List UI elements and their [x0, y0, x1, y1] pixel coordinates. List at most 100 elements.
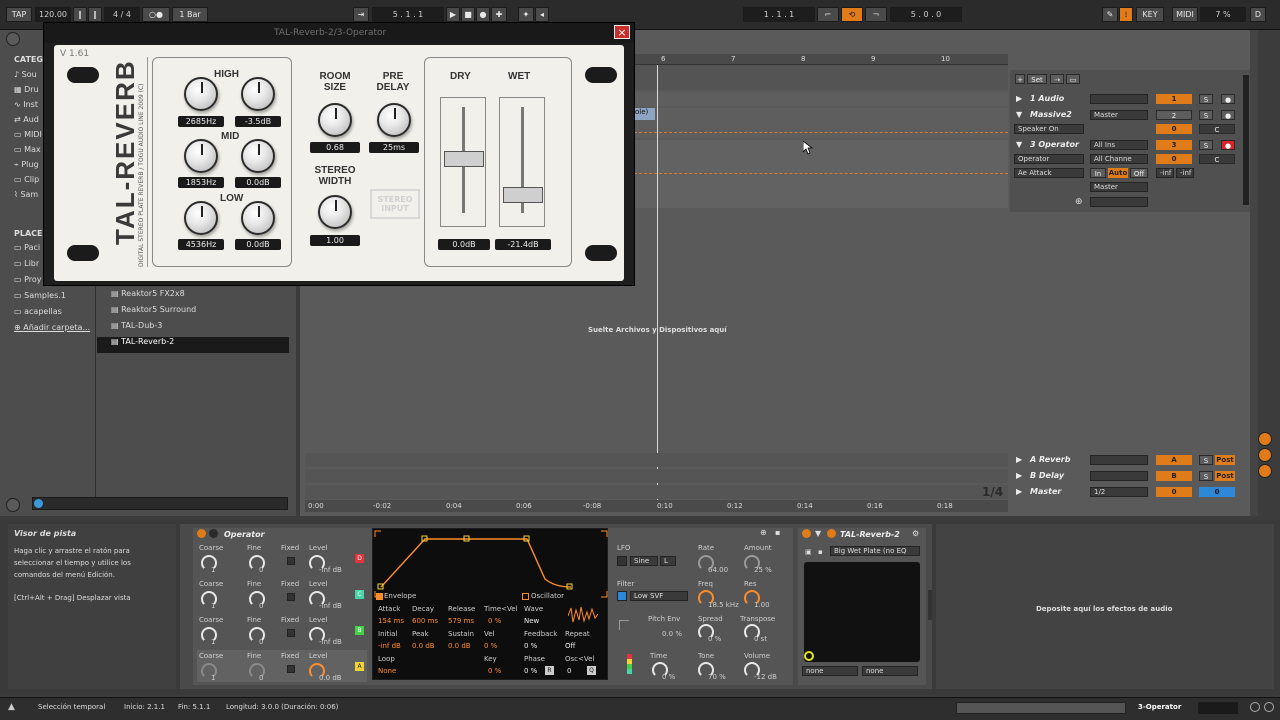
- xy-pad-handle[interactable]: [804, 651, 814, 661]
- category-samples[interactable]: ⌇ Sam: [14, 190, 42, 205]
- track-3-activator[interactable]: 3: [1156, 140, 1192, 150]
- peak-value[interactable]: 0.0 dB: [412, 642, 435, 650]
- y-param-menu[interactable]: none: [862, 666, 918, 676]
- category-sounds[interactable]: ♪ Sou: [14, 70, 42, 85]
- feedback-value[interactable]: 0 %: [524, 642, 537, 650]
- return-a-input[interactable]: [1090, 455, 1148, 465]
- room-size-knob[interactable]: [318, 103, 352, 137]
- punch-in-button[interactable]: ⌐: [817, 7, 839, 22]
- track-1-arm[interactable]: ●: [1221, 94, 1235, 104]
- lfo-checkbox[interactable]: [617, 556, 627, 566]
- osc-a-button[interactable]: A: [355, 662, 364, 671]
- track-3-extra-chooser[interactable]: [1090, 197, 1148, 207]
- file-item[interactable]: ▤ Reaktor5 Surround: [97, 305, 289, 321]
- lfo-wave-menu[interactable]: Sine: [630, 556, 658, 566]
- osc-d-button[interactable]: D: [355, 554, 364, 563]
- midi-map-button[interactable]: MIDI: [1172, 7, 1198, 22]
- return-b-post[interactable]: Post: [1215, 471, 1235, 481]
- track-3-name[interactable]: 3 Operator: [1030, 140, 1079, 149]
- loop-value[interactable]: None: [378, 667, 396, 675]
- category-plugins[interactable]: ⌁ Plug: [14, 160, 42, 175]
- master-output[interactable]: 1/2: [1090, 487, 1148, 497]
- punch-out-button[interactable]: ¬: [865, 7, 887, 22]
- fixed-a-checkbox[interactable]: [287, 665, 295, 673]
- track-2-automation-chooser[interactable]: Speaker On: [1014, 124, 1084, 134]
- play-button[interactable]: ▶: [446, 7, 460, 22]
- tal-fold-icon[interactable]: ▼: [815, 529, 821, 538]
- track-2-solo[interactable]: S: [1199, 110, 1213, 120]
- master-volume[interactable]: 0: [1156, 487, 1192, 497]
- nudge-up-button[interactable]: ‖: [88, 7, 102, 22]
- operator-fold-icon[interactable]: [209, 529, 218, 538]
- track-1-name[interactable]: 1 Audio: [1030, 94, 1064, 103]
- follow-button[interactable]: ⇥: [353, 7, 369, 22]
- track-1-input[interactable]: [1090, 94, 1148, 104]
- set-button[interactable]: Set: [1027, 74, 1047, 84]
- stereo-width-knob[interactable]: [318, 195, 352, 229]
- metronome-button[interactable]: ○●: [142, 7, 170, 22]
- category-max[interactable]: ▭ Max: [14, 145, 42, 160]
- master-pan[interactable]: 0: [1199, 487, 1235, 497]
- attack-value[interactable]: 154 ms: [378, 617, 404, 625]
- return-lane-a[interactable]: [305, 453, 1008, 467]
- track-3-arm[interactable]: ●: [1221, 140, 1235, 150]
- place-item[interactable]: ▭ acapellas: [14, 307, 94, 323]
- return-a-fold-icon[interactable]: ▶: [1016, 455, 1022, 464]
- return-b-activator[interactable]: B: [1156, 471, 1192, 481]
- tal-settings-icon[interactable]: ⚙: [912, 529, 919, 538]
- record-button[interactable]: ●: [476, 7, 490, 22]
- right-scrollbar[interactable]: [1250, 30, 1258, 516]
- wave-value[interactable]: New: [524, 617, 539, 625]
- track-3-input[interactable]: All Ins: [1090, 140, 1148, 150]
- status-grid-icon[interactable]: [1250, 702, 1260, 712]
- initial-value[interactable]: -inf dB: [378, 642, 401, 650]
- track-1-activator[interactable]: 1: [1156, 94, 1192, 104]
- close-icon[interactable]: ×: [614, 25, 630, 39]
- loop-length[interactable]: 5 . 0 . 0: [890, 7, 962, 22]
- monitor-auto[interactable]: Auto: [1108, 168, 1128, 178]
- nudge-down-button[interactable]: ‖: [73, 7, 87, 22]
- automation-arm-button[interactable]: ✦: [518, 7, 534, 22]
- browser-toggle-icon[interactable]: [6, 32, 20, 46]
- overdub-button[interactable]: ✚: [491, 7, 507, 22]
- quantize-osc-button[interactable]: Q: [587, 666, 596, 675]
- pre-delay-knob[interactable]: [377, 103, 411, 137]
- osc-b-button[interactable]: B: [355, 626, 364, 635]
- track-2-pan[interactable]: C: [1199, 124, 1235, 134]
- track-3-channel[interactable]: All Channe: [1090, 154, 1148, 164]
- track-2-output[interactable]: Master: [1090, 110, 1148, 120]
- vel-value[interactable]: 0 %: [484, 642, 497, 650]
- sends-icon[interactable]: [1258, 464, 1272, 478]
- dry-fader-handle[interactable]: [444, 151, 484, 167]
- track-3-pan[interactable]: C: [1199, 154, 1235, 164]
- computer-midi-keyboard-icon[interactable]: ⁞: [1119, 7, 1133, 22]
- track-2-fold-icon[interactable]: ▼: [1016, 110, 1022, 119]
- audio-effect-drop-zone[interactable]: Deposite aquí los efectos de audio: [936, 524, 1274, 689]
- bottom-left-toggle-icon[interactable]: [6, 498, 20, 512]
- osc-c-button[interactable]: C: [355, 590, 364, 599]
- add-folder-link[interactable]: ⊕ Añadir carpeta...: [14, 323, 94, 339]
- track-2-activator[interactable]: 2: [1156, 110, 1192, 120]
- tap-button[interactable]: TAP: [6, 7, 32, 22]
- master-lane[interactable]: [305, 485, 1008, 499]
- filter-type-menu[interactable]: Low SVF: [630, 591, 688, 601]
- time-ruler[interactable]: 0:00 -0:02 0:04 0:06 -0:08 0:10 0:12 0:1…: [305, 500, 1008, 512]
- fixed-b-checkbox[interactable]: [287, 629, 295, 637]
- time-signature[interactable]: 4 / 4: [104, 7, 140, 22]
- tempo-field[interactable]: 120.00: [35, 7, 71, 22]
- track-1-fold-icon[interactable]: ▶: [1016, 94, 1022, 103]
- loop-switch[interactable]: ⟲: [841, 7, 863, 22]
- category-instruments[interactable]: ∿ Inst: [14, 100, 42, 115]
- release-value[interactable]: 579 ms: [448, 617, 474, 625]
- return-b-fold-icon[interactable]: ▶: [1016, 471, 1022, 480]
- tal-power-icon[interactable]: [802, 529, 811, 538]
- track-3-device-chooser[interactable]: Operator: [1014, 154, 1084, 164]
- file-item-selected[interactable]: ▤ TAL-Reverb-2: [97, 337, 289, 353]
- lfo-range-menu[interactable]: L: [660, 556, 676, 566]
- monitor-in[interactable]: In: [1090, 168, 1106, 178]
- return-b-solo[interactable]: S: [1199, 471, 1213, 481]
- file-item[interactable]: ▤ TAL-Dub-3: [97, 321, 289, 337]
- category-clips[interactable]: ▭ Clip: [14, 175, 42, 190]
- track-3-param-chooser[interactable]: Ae Attack: [1014, 168, 1084, 178]
- wet-fader-handle[interactable]: [503, 187, 543, 203]
